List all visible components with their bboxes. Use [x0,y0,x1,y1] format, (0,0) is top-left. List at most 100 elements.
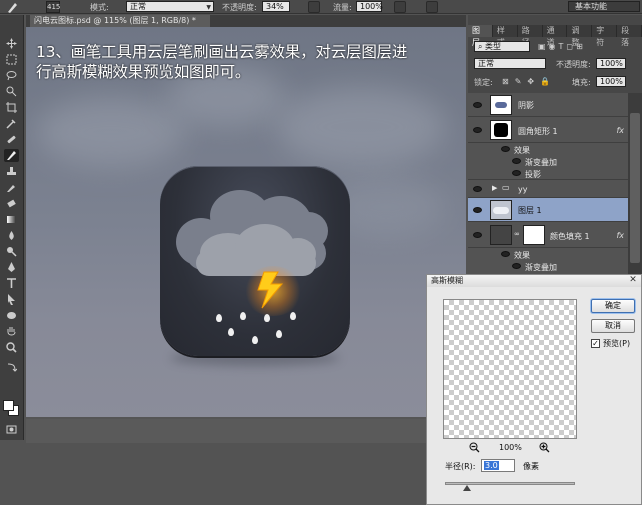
panel-tabs: 图层 样式 路径 通道 调整 字符 段落 [468,25,642,47]
visibility-eye-icon[interactable] [512,170,521,176]
blend-mode-select[interactable]: 正常 [474,58,546,69]
zoom-tool-icon[interactable] [4,341,19,354]
visibility-eye-icon[interactable] [473,207,482,213]
airbrush-icon[interactable] [394,1,406,13]
brush-size-preview[interactable]: 415 [46,1,60,13]
raindrop-icon [290,312,296,320]
blur-preview-area[interactable] [443,299,577,439]
raindrop-icon [240,312,246,320]
swap-colors-icon[interactable] [4,361,19,374]
brush-tool-preset[interactable] [0,0,26,14]
document-tab[interactable]: 闪电云图标.psd @ 115% (图层 1, RGB/8) * [30,15,210,27]
radius-input[interactable]: 3.0 [481,459,515,472]
scrollbar-thumb[interactable] [630,113,640,263]
visibility-eye-icon[interactable] [501,251,510,257]
mode-select[interactable]: 正常 ▼ [126,1,214,12]
effects-row[interactable]: 效果 [468,143,628,155]
layers-panel: 图层 样式 路径 通道 调整 字符 段落 ⌕ 类型 ▣◉T◻⊞ 正常 不透明度:… [468,15,642,275]
type-tool-icon[interactable] [4,277,19,290]
opacity-input[interactable]: 34% [262,1,290,12]
mode-label: 模式: [90,3,109,12]
visibility-eye-icon[interactable] [512,158,521,164]
visibility-eye-icon[interactable] [512,263,521,269]
layer-group-row[interactable]: ▶ ▭ yy [468,180,628,198]
tab-character[interactable]: 字符 [592,25,618,47]
layer-row[interactable]: ∞ 颜色填充 1 fx [468,222,628,248]
effect-row[interactable]: 渐变叠加 [468,155,628,167]
zoom-out-icon[interactable] [469,442,480,453]
pressure-opacity-icon[interactable] [308,1,320,13]
layer-name: 圆角矩形 1 [518,127,558,136]
tab-adjustments[interactable]: 调整 [567,25,593,47]
tutorial-caption: 13、画笔工具用云层笔刷画出云雾效果，对云层图层进 行高斯模糊效果预览如图即可。 [36,42,468,82]
pen-tool-icon[interactable] [4,261,19,274]
tab-styles[interactable]: 样式 [493,25,518,47]
layer-mask-thumbnail[interactable] [523,225,545,245]
color-swatches[interactable] [3,400,21,418]
healing-brush-icon[interactable] [4,133,19,146]
brush-tool-icon[interactable] [4,149,19,162]
tab-paths[interactable]: 路径 [518,25,543,47]
cancel-button[interactable]: 取消 [591,319,635,333]
marquee-tool-icon[interactable] [4,53,19,66]
foreground-color-swatch[interactable] [3,400,14,411]
lock-icons[interactable]: ⊠✎✥🔒 [502,77,556,86]
effect-row[interactable]: 投影 [468,167,628,180]
tab-paragraph[interactable]: 段落 [617,25,642,47]
path-select-icon[interactable] [4,293,19,306]
layer-name: yy [518,185,528,194]
caption-line-2: 行高斯模糊效果预览如图即可。 [36,63,251,81]
eyedropper-icon[interactable] [4,117,19,130]
panel-opacity-input[interactable]: 100% [596,58,626,69]
crop-tool-icon[interactable] [4,101,19,114]
move-tool-icon[interactable] [4,37,19,50]
filter-icons[interactable]: ▣◉T◻⊞ [538,42,586,51]
visibility-eye-icon[interactable] [473,232,482,238]
fx-icon[interactable]: fx [616,126,624,135]
effect-name: 投影 [525,170,541,179]
zoom-level: 100% [499,443,522,452]
visibility-eye-icon[interactable] [473,186,482,192]
blur-tool-icon[interactable] [4,229,19,242]
shape-tool-icon[interactable] [4,309,19,322]
dialog-title[interactable]: 高斯模糊 [427,275,641,287]
layer-row-selected[interactable]: 图层 1 [468,198,628,222]
preview-checkbox[interactable]: ✓ [591,339,600,348]
hand-tool-icon[interactable] [4,325,19,338]
eraser-icon[interactable] [4,197,19,210]
effect-row[interactable]: 渐变叠加 [468,260,628,272]
radius-label: 半径(R): [445,462,476,471]
close-icon[interactable]: ✕ [627,275,639,286]
expand-triangle-icon[interactable]: ▶ [492,184,497,192]
panel-opacity-label: 不透明度: [556,60,591,69]
visibility-eye-icon[interactable] [473,127,482,133]
flow-input[interactable]: 100% [356,1,383,12]
layer-row[interactable]: 圆角矩形 1 fx [468,117,628,143]
layers-scrollbar[interactable] [628,93,642,275]
radius-slider-thumb[interactable] [463,485,471,491]
workspace-switcher[interactable]: 基本功能 [568,1,640,12]
layer-filter-select[interactable]: ⌕ 类型 [474,41,530,52]
document-tab-bar: 闪电云图标.psd @ 115% (图层 1, RGB/8) * [26,15,466,27]
effects-row[interactable]: 效果 [468,248,628,260]
visibility-eye-icon[interactable] [501,146,510,152]
dodge-tool-icon[interactable] [4,245,19,258]
tab-layers[interactable]: 图层 [468,25,493,47]
fx-icon[interactable]: fx [616,231,624,240]
layer-row[interactable]: 阴影 [468,93,628,117]
lasso-tool-icon[interactable] [4,69,19,82]
pressure-size-icon[interactable] [426,1,438,13]
history-brush-icon[interactable] [4,181,19,194]
fill-input[interactable]: 100% [596,76,626,87]
zoom-in-icon[interactable] [539,442,550,453]
radius-unit: 像素 [523,462,539,471]
gradient-tool-icon[interactable] [4,213,19,226]
raindrop-icon [264,314,270,322]
link-icon: ∞ [514,230,520,238]
tab-channels[interactable]: 通道 [543,25,568,47]
quick-mask-icon[interactable] [4,423,19,436]
ok-button[interactable]: 确定 [591,299,635,313]
quick-select-icon[interactable] [4,85,19,98]
visibility-eye-icon[interactable] [473,102,482,108]
clone-stamp-icon[interactable] [4,165,19,178]
